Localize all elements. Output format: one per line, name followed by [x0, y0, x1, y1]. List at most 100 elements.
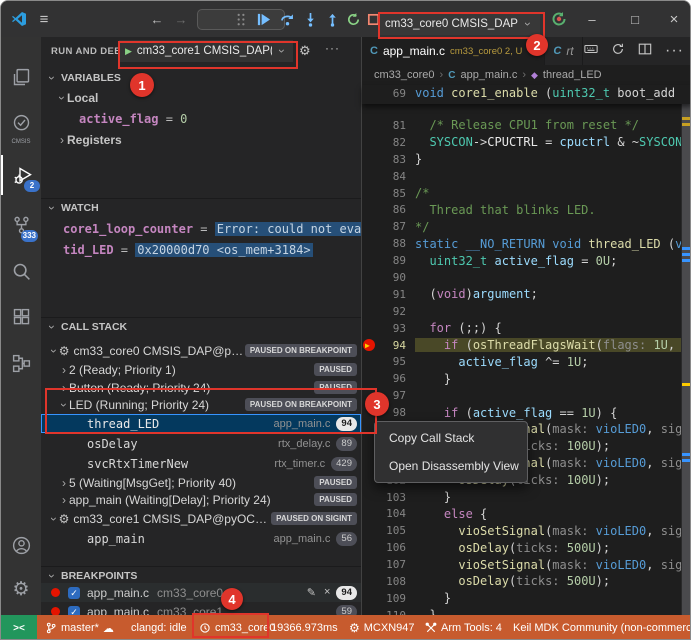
code-line[interactable]: 91 (void)argument; — [362, 286, 691, 303]
code-text[interactable]: /* — [415, 186, 691, 200]
device-status-item[interactable]: ⚙ MCXN947 — [349, 615, 415, 640]
code-line[interactable]: 69void core1_enable (uint32_t boot_add — [362, 85, 691, 102]
tab-preview[interactable]: C rt — [545, 37, 582, 65]
code-text[interactable]: osDelay(ticks: 500U); — [415, 574, 691, 588]
continue-icon[interactable] — [253, 9, 273, 29]
code-text[interactable]: for (;;) { — [415, 321, 691, 335]
edit-breakpoint-icon[interactable]: ✎ — [307, 586, 316, 599]
search-icon[interactable] — [1, 251, 41, 291]
split-editor-icon[interactable] — [638, 42, 652, 61]
code-line[interactable]: 92 — [362, 303, 691, 320]
code-line[interactable]: 82 SYSCON->CPUCTRL = cpuctrl & ~SYSCON — [362, 134, 691, 151]
line-number[interactable]: 89 — [375, 254, 415, 267]
line-number[interactable]: 85 — [375, 187, 415, 200]
code-text[interactable]: } — [415, 490, 691, 504]
remote-indicator[interactable]: >< — [1, 615, 37, 640]
code-line[interactable]: 107 vioSetSignal(mask: vioLED0, sig — [362, 556, 691, 573]
menu-item-copy-call-stack[interactable]: Copy Call Stack — [375, 426, 527, 450]
code-line[interactable]: 103 } — [362, 489, 691, 506]
debug-settings-gear-icon[interactable]: ⚙ — [299, 43, 311, 59]
line-number[interactable]: 90 — [375, 271, 415, 284]
callstack-section-header[interactable]: › CALL STACK — [41, 317, 361, 335]
line-number[interactable]: 87 — [375, 220, 415, 233]
code-line[interactable]: 109 } — [362, 590, 691, 607]
account-icon[interactable] — [1, 525, 41, 565]
menu-item-open-disassembly[interactable]: Open Disassembly View — [375, 454, 527, 478]
line-number[interactable]: 84 — [375, 170, 415, 183]
step-over-icon[interactable] — [277, 9, 297, 29]
code-text[interactable]: } — [415, 372, 691, 386]
callstack-frame-row[interactable]: app_main app_main.c 56 — [41, 529, 361, 548]
restart-icon[interactable] — [343, 9, 363, 29]
code-line[interactable]: 97 — [362, 387, 691, 404]
line-number[interactable]: 91 — [375, 288, 415, 301]
breakpoint-row[interactable]: ✓ app_main.c cm33_core0 ✎ × 94 — [41, 583, 361, 602]
watch-row[interactable]: tid_LED = 0x20000d70 <os_mem+3184> — [41, 241, 361, 259]
line-number[interactable]: 69 — [375, 87, 415, 100]
breadcrumb-file[interactable]: app_main.c — [460, 69, 517, 81]
code-line[interactable]: 93 for (;;) { — [362, 320, 691, 337]
close-button[interactable]: × — [664, 9, 684, 29]
code-line[interactable]: 81 /* Release CPU1 from reset */ — [362, 117, 691, 134]
code-text[interactable]: /* Release CPU1 from reset */ — [415, 118, 691, 132]
code-text[interactable]: vioSetSignal(mask: vioLED0, sig — [415, 524, 691, 538]
step-into-icon[interactable] — [300, 9, 320, 29]
code-line[interactable]: 89 uint32_t active_flag = 0U; — [362, 252, 691, 269]
callstack-frame-row[interactable]: svcRtxTimerNew rtx_timer.c 429 — [41, 454, 361, 473]
code-line[interactable]: 84 — [362, 168, 691, 185]
line-number[interactable]: 109 — [375, 592, 415, 605]
breadcrumb-symbol[interactable]: thread_LED — [543, 69, 602, 81]
breakpoint-row[interactable]: ✓ app_main.c cm33_core1 59 — [41, 602, 361, 615]
launch-config-selector[interactable]: ▶ cm33_core1 CMSIS_DAP( › — [119, 40, 293, 62]
code-line[interactable]: 86 Thread that blinks LED. — [362, 201, 691, 218]
variables-scope-local[interactable]: › Local — [41, 89, 361, 107]
views-more-icon[interactable]: ··· — [325, 41, 340, 55]
variables-section-header[interactable]: › VARIABLES — [41, 69, 361, 87]
breakpoints-section-header[interactable]: › BREAKPOINTS — [41, 566, 361, 584]
code-text[interactable]: vioSetSignal(mask: vioLED0, sig — [415, 558, 691, 572]
code-line[interactable]: 85/* — [362, 185, 691, 202]
callstack-session-row[interactable]: › ⚙ cm33_core0 CMSIS_DAP@py… PAUSED ON B… — [41, 341, 361, 360]
tab-app-main-c[interactable]: C app_main.c cm33_core0 2, U × — [362, 37, 545, 65]
breakpoint-checkbox[interactable]: ✓ — [68, 587, 80, 599]
callstack-thread-row[interactable]: › app_main (Waiting[Delay]; Priority 24)… — [41, 490, 361, 509]
line-number[interactable]: 88 — [375, 237, 415, 250]
code-text[interactable]: SYSCON->CPUCTRL = cpuctrl & ~SYSCON — [415, 135, 691, 149]
line-number[interactable]: 104 — [375, 507, 415, 520]
line-number[interactable]: 83 — [375, 153, 415, 166]
code-line[interactable]: 96 } — [362, 370, 691, 387]
callstack-thread-row[interactable]: › LED (Running; Priority 24) PAUSED ON B… — [41, 395, 361, 414]
hardware-icon[interactable]: 333 — [1, 205, 41, 245]
code-text[interactable]: void core1_enable (uint32_t boot_add — [415, 86, 691, 100]
line-number[interactable]: 82 — [375, 136, 415, 149]
breadcrumb[interactable]: cm33_core0 › C app_main.c › ◆ thread_LED — [362, 65, 691, 85]
editor-scrollbar[interactable] — [681, 85, 691, 615]
breadcrumb-folder[interactable]: cm33_core0 — [374, 69, 435, 81]
code-line[interactable]: ▶94 if (osThreadFlagsWait(flags: 1U, — [362, 337, 691, 354]
code-text[interactable]: else { — [415, 507, 691, 521]
keyboard-icon[interactable] — [584, 42, 598, 61]
line-number[interactable]: 105 — [375, 524, 415, 537]
code-text[interactable]: Thread that blinks LED. — [415, 203, 691, 217]
code-text[interactable]: static __NO_RETURN void thread_LED (v — [415, 237, 691, 251]
code-text[interactable]: } — [415, 591, 691, 605]
code-text[interactable]: */ — [415, 220, 691, 234]
code-line[interactable]: 95 active_flag ^= 1U; — [362, 353, 691, 370]
code-line[interactable]: 104 else { — [362, 505, 691, 522]
code-line[interactable]: 88static __NO_RETURN void thread_LED (v — [362, 235, 691, 252]
cmsis-icon[interactable]: CMSIS — [1, 103, 41, 143]
code-text[interactable]: } — [415, 152, 691, 166]
callstack-session-row[interactable]: › ⚙ cm33_core1 CMSIS_DAP@pyOCD … PAUSED … — [41, 509, 361, 528]
settings-gear-icon[interactable]: ⚙ — [1, 569, 41, 609]
code-line[interactable]: 83} — [362, 151, 691, 168]
code-text[interactable]: (void)argument; — [415, 287, 691, 301]
step-out-icon[interactable] — [322, 9, 342, 29]
callstack-frame-row[interactable]: osDelay rtx_delay.c 89 — [41, 434, 361, 453]
line-number[interactable]: 81 — [375, 119, 415, 132]
line-number[interactable]: 96 — [375, 372, 415, 385]
remove-breakpoint-icon[interactable]: × — [324, 586, 330, 599]
line-number[interactable]: 95 — [375, 355, 415, 368]
run-debug-icon[interactable]: 2 — [1, 155, 43, 195]
line-number[interactable]: 94 — [375, 339, 415, 352]
variables-scope-registers[interactable]: › Registers — [41, 131, 361, 149]
